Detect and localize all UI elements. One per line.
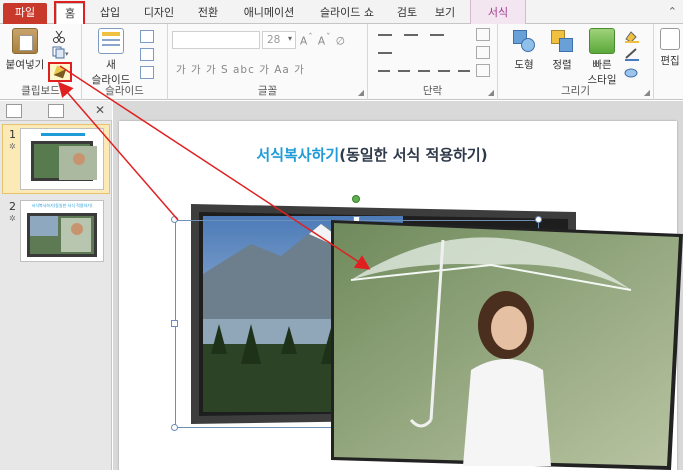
slide-title[interactable]: 서식복사하기(동일한 서식 적용하기) <box>207 144 537 165</box>
ribbon-tabs: 파일 홈 삽입 디자인 전환 애니메이션 슬라이드 쇼 검토 보기 서식 ⌃ <box>0 0 683 26</box>
arrange-button[interactable]: 정렬 <box>542 28 582 72</box>
resize-handle-top-left[interactable] <box>171 216 178 223</box>
tab-transitions[interactable]: 전환 <box>188 3 228 24</box>
edit-button[interactable]: 편집 <box>656 28 683 68</box>
font-launcher-icon[interactable]: ◢ <box>358 88 364 97</box>
paste-icon <box>12 28 38 54</box>
quick-style-icon <box>589 28 615 54</box>
new-slide-label-1: 새 <box>106 59 116 71</box>
slide-thumbnail-1[interactable] <box>20 128 104 190</box>
woman-with-umbrella-image <box>331 220 683 470</box>
indent-icon[interactable] <box>430 34 444 36</box>
shape-label: 도형 <box>514 59 534 71</box>
cut-icon[interactable] <box>52 30 66 43</box>
font-format-icons[interactable]: 가 가 가 S abc 가 Aa 가 <box>176 62 305 77</box>
reset-icon[interactable] <box>140 48 154 61</box>
resize-handle-left[interactable] <box>171 320 178 327</box>
format-painter-icon <box>53 65 67 79</box>
tab-file[interactable]: 파일 <box>3 3 47 24</box>
editing-group: 편집 <box>654 24 683 100</box>
tab-home-highlight <box>54 1 85 26</box>
drawing-group-label: 그리기 <box>561 85 590 97</box>
shape-outline-icon[interactable] <box>624 48 639 61</box>
shape-effects-icon[interactable] <box>624 66 638 79</box>
current-slide[interactable]: 서식복사하기(동일한 서식 적용하기) <box>119 121 683 470</box>
layout-icon[interactable] <box>140 30 154 43</box>
font-size-value: 28 <box>267 34 281 46</box>
font-name-field[interactable] <box>172 31 260 49</box>
text-direction-icon[interactable] <box>476 28 490 41</box>
slide-thumbnail-panel: ✕ 1 ✲ 2 ✲ 서식복사하기(동일한 서식 적용하기) <box>0 101 112 470</box>
ribbon-minimize-icon[interactable]: ⌃ <box>668 5 677 18</box>
bullets-icon[interactable] <box>378 34 392 36</box>
align-text-icon[interactable] <box>476 46 490 59</box>
tab-review[interactable]: 검토 <box>390 3 424 24</box>
slide-number-2: 2 <box>9 200 16 213</box>
slide-thumbnail-1-preview <box>21 129 103 189</box>
arrange-icon <box>549 28 575 54</box>
slide-number-1: 1 <box>9 128 16 141</box>
quick-style-label-1: 빠른 <box>592 59 612 71</box>
paste-label: 붙여넣기 <box>5 59 45 71</box>
paste-button[interactable]: 붙여넣기 <box>4 28 46 72</box>
tab-slideshow[interactable]: 슬라이드 쇼 <box>310 3 384 24</box>
slides-group: 새 슬라이드 슬라이드 <box>82 24 168 100</box>
umbrella-woman-picture[interactable] <box>331 220 683 470</box>
numbering-icon[interactable] <box>404 34 418 36</box>
panel-header: ✕ <box>0 101 112 121</box>
chevron-down-icon: ▾ <box>287 34 292 43</box>
slide-title-sub: (동일한 서식 적용하기) <box>339 146 488 164</box>
paragraph-group: 단락 ◢ <box>368 24 498 100</box>
tab-design[interactable]: 디자인 <box>134 3 184 24</box>
tab-animations[interactable]: 애니메이션 <box>234 3 304 24</box>
paragraph-launcher-icon[interactable]: ◢ <box>488 88 494 97</box>
line-spacing-icon[interactable] <box>378 52 392 54</box>
align-right-icon[interactable] <box>418 70 430 72</box>
new-slide-button[interactable]: 새 슬라이드 <box>88 28 134 87</box>
slides-tab-icon[interactable] <box>6 104 22 118</box>
shape-button[interactable]: 도형 <box>504 28 544 72</box>
transition-icon: ✲ <box>9 142 16 151</box>
font-group-label: 글꼴 <box>257 85 278 97</box>
columns-icon[interactable] <box>458 70 470 72</box>
tab-insert[interactable]: 삽입 <box>90 3 130 24</box>
tab-format[interactable]: 서식 <box>478 3 518 24</box>
svg-text:▾: ▾ <box>65 50 69 58</box>
font-size-field[interactable]: 28 ▾ <box>262 31 296 49</box>
edit-label: 편집 <box>660 55 680 67</box>
shape-icon <box>511 28 537 54</box>
resize-handle-bottom-left[interactable] <box>171 424 178 431</box>
arrange-label: 정렬 <box>552 59 572 71</box>
align-center-icon[interactable] <box>398 70 410 72</box>
justify-icon[interactable] <box>438 70 450 72</box>
slide-editing-area: 서식복사하기(동일한 서식 적용하기) <box>113 101 683 470</box>
section-icon[interactable] <box>140 66 154 79</box>
tab-view[interactable]: 보기 <box>428 3 462 24</box>
font-group: 28 ▾ Aˆ Aˇ ∅ 가 가 가 S abc 가 Aa 가 글꼴 ◢ <box>168 24 368 100</box>
drawing-group: 도형 정렬 빠른 스타일 그리기 ◢ <box>498 24 654 100</box>
slides-group-label: 슬라이드 <box>105 85 144 97</box>
shape-fill-icon[interactable] <box>624 30 639 43</box>
smartart-icon[interactable] <box>476 64 490 77</box>
format-painter-button[interactable] <box>48 62 72 82</box>
align-left-icon[interactable] <box>378 70 390 72</box>
edit-icon <box>660 28 680 50</box>
copy-icon[interactable]: ▾ <box>52 46 69 59</box>
close-icon[interactable]: ✕ <box>95 103 105 117</box>
clipboard-group-label: 클립보드 <box>21 85 60 97</box>
drawing-launcher-icon[interactable]: ◢ <box>644 88 650 97</box>
transition-icon: ✲ <box>9 214 16 223</box>
new-slide-icon <box>98 28 124 54</box>
clipboard-group: 붙여넣기 ▾ 클립보드 <box>0 24 82 100</box>
font-grow-shrink-icons[interactable]: Aˆ Aˇ ∅ <box>300 33 346 48</box>
paragraph-group-label: 단락 <box>422 85 443 97</box>
quick-style-button[interactable]: 빠른 스타일 <box>582 28 622 87</box>
slide-title-main: 서식복사하기 <box>256 146 340 164</box>
ribbon: 붙여넣기 ▾ 클립보드 새 슬라이드 슬라이드 28 ▾ Aˆ Aˇ ∅ 가 가… <box>0 24 683 100</box>
slide-thumbnail-2-preview <box>27 213 97 257</box>
slide-thumbnail-2[interactable]: 서식복사하기(동일한 서식 적용하기) <box>20 200 104 262</box>
rotation-handle[interactable] <box>352 195 360 203</box>
outline-tab-icon[interactable] <box>48 104 64 118</box>
